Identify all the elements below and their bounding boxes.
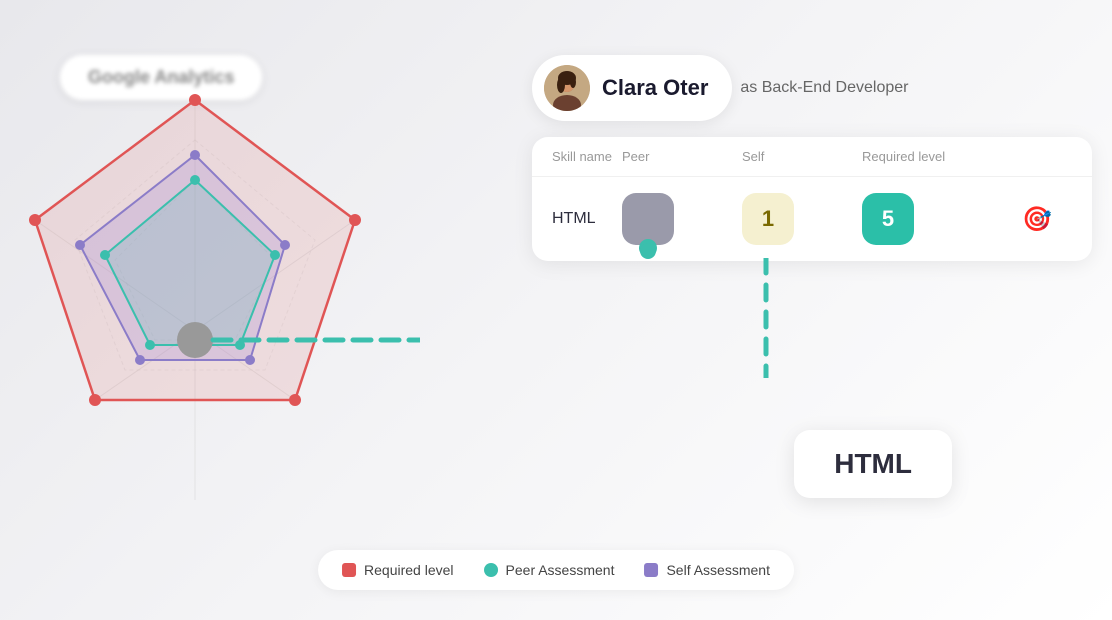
legend-dot-required bbox=[342, 563, 356, 577]
legend: Required level Peer Assessment Self Asse… bbox=[318, 550, 794, 590]
header-row: Clara Oter as Back-End Developer bbox=[532, 55, 1092, 121]
user-card: Clara Oter bbox=[532, 55, 732, 121]
legend-dot-self bbox=[644, 563, 658, 577]
skill-name-html: HTML bbox=[552, 210, 622, 228]
col-action bbox=[1022, 149, 1072, 164]
peer-dot bbox=[639, 239, 657, 257]
avatar bbox=[544, 65, 590, 111]
peer-score-badge bbox=[622, 193, 674, 245]
required-score-cell: 5 bbox=[862, 193, 1022, 245]
user-name: Clara Oter bbox=[602, 75, 708, 101]
legend-item-required: Required level bbox=[342, 562, 454, 578]
col-peer: Peer bbox=[622, 149, 742, 164]
table-header: Skill name Peer Self Required level bbox=[532, 137, 1092, 177]
legend-item-self: Self Assessment bbox=[644, 562, 770, 578]
col-skill-name: Skill name bbox=[552, 149, 622, 164]
legend-dot-peer bbox=[484, 563, 498, 577]
radar-chart bbox=[0, 40, 420, 600]
col-required: Required level bbox=[862, 149, 1022, 164]
peer-score-cell bbox=[622, 193, 742, 245]
legend-item-peer: Peer Assessment bbox=[484, 562, 615, 578]
table-row: HTML 1 5 🎯 bbox=[532, 177, 1092, 261]
self-score-badge: 1 bbox=[742, 193, 794, 245]
right-panel: Clara Oter as Back-End Developer Skill n… bbox=[532, 55, 1092, 261]
col-self: Self bbox=[742, 149, 862, 164]
skills-table: Skill name Peer Self Required level HTML… bbox=[532, 137, 1092, 261]
target-icon: 🎯 bbox=[1022, 206, 1052, 233]
html-skill-label: HTML bbox=[794, 430, 952, 498]
required-score-badge: 5 bbox=[862, 193, 914, 245]
target-icon-cell: 🎯 bbox=[1022, 205, 1072, 234]
self-score-cell: 1 bbox=[742, 193, 862, 245]
role-text: as Back-End Developer bbox=[740, 79, 908, 97]
